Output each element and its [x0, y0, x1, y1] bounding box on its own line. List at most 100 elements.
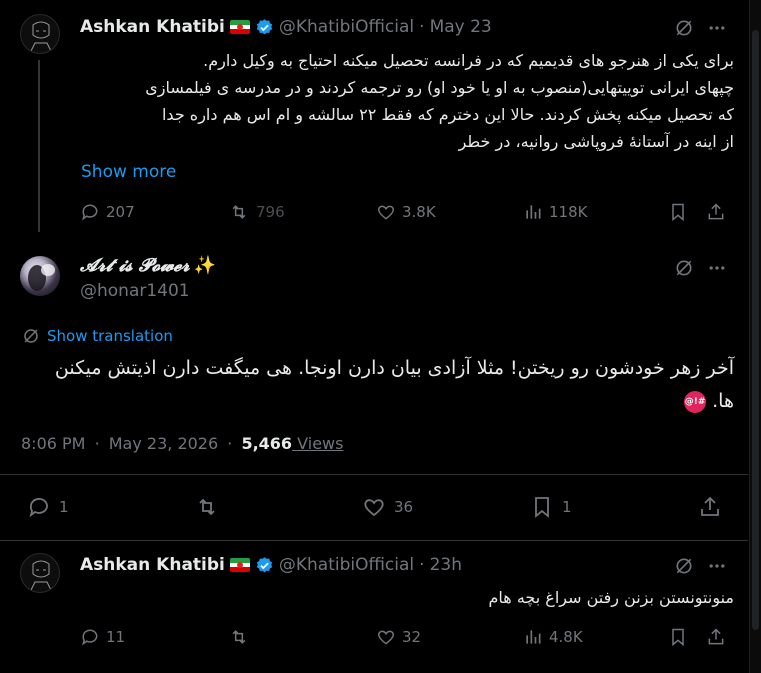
author-avatar[interactable] — [20, 14, 60, 54]
author-avatar[interactable] — [20, 256, 60, 296]
tweet-text-line: برای یکی از هنرجو های قدیمیم که در فرانس… — [203, 51, 734, 70]
repost-icon — [232, 630, 246, 644]
author-handle[interactable]: @KhatibiOfficial — [279, 17, 414, 37]
like-count: 3.8K — [402, 203, 436, 221]
reply-button[interactable]: 11 — [80, 627, 125, 647]
scrollbar[interactable] — [749, 0, 761, 673]
reply-button[interactable]: 1 — [27, 495, 69, 519]
views-button[interactable]: 4.8K — [523, 627, 583, 647]
share-button[interactable] — [706, 202, 726, 222]
show-translation-link[interactable]: Show translation — [47, 327, 173, 345]
like-button[interactable]: 32 — [376, 627, 421, 647]
sparkle-icon: ✨ — [193, 255, 217, 276]
tweet-text-line: که تحصیل میکنه پخش کردند. حالا این دخترم… — [161, 105, 734, 124]
bookmark-button[interactable] — [668, 202, 688, 222]
tweet-header: 𝓐𝓻𝓽 𝓲𝓼 𝓟𝓸𝔀𝓮𝓻 ✨ — [80, 255, 216, 276]
author-handle[interactable]: @KhatibiOfficial — [279, 555, 414, 575]
repost-count: 796 — [256, 203, 285, 221]
separator: · — [227, 434, 233, 453]
tweet-text-line: چپهای ایرانی توییتهایی(منصوب به او یا خو… — [145, 78, 734, 97]
separator: · — [94, 434, 100, 453]
views-button[interactable]: 118K — [523, 202, 587, 222]
grok-icon[interactable] — [673, 17, 695, 39]
like-count: 36 — [394, 498, 414, 516]
separator: · — [419, 17, 425, 37]
author-handle[interactable]: @honar1401 — [80, 281, 190, 301]
like-icon — [377, 630, 395, 645]
avatar-portrait-icon — [28, 264, 55, 291]
reply-count: 1 — [59, 498, 69, 516]
tweet-text-line: آخر زهر خودشون رو ریختن! مثلا آزادی بیان… — [54, 357, 734, 379]
tweet-text: منونتونستن بزنن رفتن سراغ بچه هام — [488, 588, 734, 607]
like-icon — [364, 499, 384, 517]
like-button[interactable]: 3.8K — [376, 202, 436, 222]
repost-button[interactable]: 796 — [228, 202, 285, 222]
share-icon — [701, 496, 719, 516]
author-name[interactable]: Ashkan Khatibi — [80, 17, 225, 37]
tweet-time[interactable]: 8:06 PM — [21, 434, 85, 453]
views-count: 4.8K — [549, 628, 583, 646]
bookmark-icon — [672, 203, 684, 222]
tweet-date[interactable]: May 23, 2026 — [109, 434, 218, 453]
author-avatar[interactable] — [20, 553, 60, 593]
avatar-sketch-icon — [29, 21, 53, 53]
author-name[interactable]: 𝓐𝓻𝓽 𝓲𝓼 𝓟𝓸𝔀𝓮𝓻 — [80, 255, 190, 276]
reply-count: 11 — [106, 628, 126, 646]
tweet-text: برای یکی از هنرجو های قدیمیم که در فرانس… — [80, 47, 734, 155]
verified-icon[interactable] — [255, 556, 274, 575]
more-icon[interactable] — [706, 17, 728, 39]
tweet-header: Ashkan Khatibi @KhatibiOfficial · May 23 — [80, 17, 492, 37]
like-count: 32 — [402, 628, 422, 646]
grok-icon[interactable] — [673, 555, 695, 577]
bookmark-icon — [535, 497, 549, 518]
repost-button[interactable] — [194, 495, 228, 519]
share-icon — [708, 628, 724, 645]
reply-icon — [82, 629, 98, 646]
tweet-date[interactable]: May 23 — [430, 17, 492, 37]
views-count: 118K — [549, 203, 588, 221]
views-count: 5,466 — [241, 434, 293, 453]
tweet-text: آخر زهر خودشون رو ریختن! مثلا آزادی بیان… — [20, 352, 734, 418]
angry-emoji-icon: #!@ — [684, 390, 707, 413]
tweet-date[interactable]: 23h — [430, 555, 462, 575]
views-icon — [526, 205, 541, 219]
divider — [0, 474, 748, 475]
show-translation[interactable]: Show translation — [22, 327, 173, 345]
grok-icon[interactable] — [673, 257, 695, 279]
flag-iran-icon — [229, 20, 250, 34]
repost-button[interactable] — [228, 627, 250, 647]
more-icon[interactable] — [706, 257, 728, 279]
avatar-sketch-icon — [29, 560, 53, 592]
share-button[interactable] — [706, 627, 726, 647]
translate-icon — [24, 329, 38, 343]
like-button[interactable]: 36 — [362, 495, 413, 519]
views-icon — [526, 630, 541, 644]
share-button[interactable] — [698, 495, 722, 519]
author-name[interactable]: Ashkan Khatibi — [80, 555, 225, 575]
views-label[interactable]: Views — [292, 434, 343, 453]
thread-connector — [38, 60, 40, 232]
tweet-header: Ashkan Khatibi @KhatibiOfficial · 23h — [80, 555, 462, 575]
separator: · — [419, 555, 425, 575]
tweet-text-line: از اینه در آستانهٔ فروپاشی روانیه، در خط… — [458, 132, 734, 151]
reply-count: 207 — [106, 203, 135, 221]
scrollbar-thumb[interactable] — [752, 30, 759, 630]
reply-button[interactable]: 207 — [80, 202, 135, 222]
bookmark-count: 1 — [562, 498, 572, 516]
show-more-link[interactable]: Show more — [81, 162, 176, 182]
divider — [0, 540, 748, 541]
verified-icon[interactable] — [255, 18, 274, 37]
reply-icon — [82, 204, 98, 221]
share-icon — [708, 203, 724, 220]
tweet-text-line: ها. — [712, 390, 734, 412]
bookmark-button[interactable]: 1 — [530, 495, 572, 519]
flag-iran-icon — [229, 558, 250, 572]
tweet-meta: 8:06 PM · May 23, 2026 · 5,466 Views — [21, 434, 343, 453]
like-icon — [377, 205, 395, 220]
reply-icon — [29, 498, 48, 518]
bookmark-icon — [672, 628, 684, 647]
repost-icon — [199, 498, 215, 516]
bookmark-button[interactable] — [668, 627, 688, 647]
more-icon[interactable] — [706, 555, 728, 577]
repost-icon — [232, 205, 246, 219]
